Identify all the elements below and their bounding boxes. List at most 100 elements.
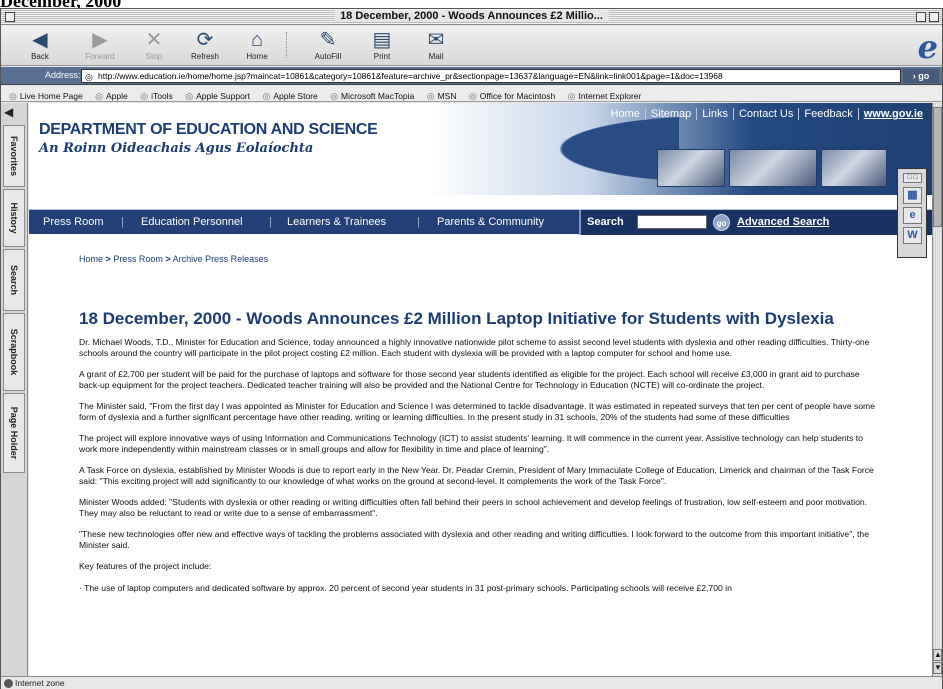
forward-button[interactable]: ▶ Forward: [75, 28, 125, 61]
scroll-thumb[interactable]: [933, 107, 942, 227]
nav-education-personnel[interactable]: Education Personnel: [141, 216, 243, 228]
breadcrumb-archive[interactable]: Archive Press Releases: [173, 254, 269, 264]
zoom-box[interactable]: [916, 12, 926, 22]
breadcrumb-press-room[interactable]: Press Room: [113, 254, 163, 264]
article-title: 18 December, 2000 - Woods Announces £2 M…: [79, 309, 834, 328]
explorer-icon[interactable]: e: [903, 207, 922, 224]
press-release: 18 December, 2000 - Woods Announces £2 M…: [79, 309, 879, 604]
link-icon: ◎: [567, 91, 576, 101]
refresh-button[interactable]: ⟳ Refresh: [180, 28, 230, 61]
word-icon[interactable]: W: [903, 227, 922, 244]
print-button[interactable]: ▤ Print: [357, 28, 407, 61]
refresh-icon: ⟳: [196, 29, 214, 51]
search-go-button[interactable]: go: [713, 214, 730, 231]
window-title: 18 December, 2000 - Woods Announces £2 M…: [334, 10, 609, 22]
toolbar: ◀ Back ▶ Forward ✕ Stop ⟳ Refresh ⌂ Home…: [1, 26, 942, 66]
favorite-apple[interactable]: ◎ Apple: [95, 88, 128, 104]
browser-window: 18 December, 2000 - Woods Announces £2 M…: [0, 8, 943, 689]
globe-icon: [4, 679, 13, 688]
nav-learners-trainees[interactable]: Learners & Trainees: [287, 216, 386, 228]
breadcrumb-separator: >: [105, 254, 111, 264]
stop-button[interactable]: ✕ Stop: [129, 28, 179, 61]
favorite-office-for-macintosh[interactable]: ◎ Office for Macintosh: [469, 88, 555, 104]
forward-arrow-icon: ▶: [92, 29, 108, 51]
top-link-home[interactable]: Home: [606, 108, 645, 120]
status-zone: Internet zone: [15, 678, 65, 688]
favorite-internet-explorer[interactable]: ◎ Internet Explorer: [568, 88, 642, 104]
top-link-feedback[interactable]: Feedback: [798, 108, 858, 120]
breadcrumb: Home > Press Room > Archive Press Releas…: [79, 254, 268, 264]
article-paragraph: Key features of the project include:: [79, 561, 212, 571]
mail-icon: ✉: [427, 29, 445, 51]
close-box[interactable]: [5, 12, 15, 22]
address-url: http://www.education.ie/home/home.jsp?ma…: [98, 71, 723, 81]
address-go-button[interactable]: › go: [903, 69, 939, 83]
mail-button[interactable]: ✉ Mail: [411, 28, 461, 61]
dept-name-irish: An Roinn Oideachais Agus Eolaíochta: [39, 141, 314, 156]
article-paragraph: Dr. Michael Woods, T.D., Minister for Ed…: [79, 337, 870, 358]
link-icon: ◎: [468, 91, 477, 101]
banner-photo-classroom: [729, 149, 817, 187]
palette-window-controls[interactable]: □ □: [903, 173, 922, 183]
title-bar[interactable]: 18 December, 2000 - Woods Announces £2 M…: [1, 9, 942, 25]
scroll-down-arrow-icon[interactable]: ▼: [933, 662, 942, 674]
page-heading: December, 2000: [0, 0, 122, 11]
favorite-apple-store[interactable]: ◎ Apple Store: [262, 88, 317, 104]
favorite-apple-support[interactable]: ◎ Apple Support: [185, 88, 250, 104]
top-links: Home Sitemap Links Contact Us Feedback www.go…: [606, 108, 928, 120]
collapse-box[interactable]: [929, 12, 939, 22]
breadcrumb-home[interactable]: Home: [79, 254, 103, 264]
nav-parents-community[interactable]: Parents & Community: [437, 216, 544, 228]
breadcrumb-separator: >: [165, 254, 171, 264]
stop-icon: ✕: [145, 29, 163, 51]
back-button[interactable]: ◀ Back: [15, 28, 65, 61]
toolbar-separator: [286, 32, 287, 58]
link-icon: ◎: [95, 91, 104, 101]
advanced-search-link[interactable]: Advanced Search: [737, 216, 829, 228]
tab-history[interactable]: History: [3, 189, 25, 247]
autofill-icon: ✎: [319, 29, 337, 51]
banner-photo-students: [657, 149, 725, 187]
favorite-microsoft-mactopia[interactable]: ◎ Microsoft MacTopia: [330, 88, 414, 104]
home-button[interactable]: ⌂ Home: [232, 28, 282, 61]
tab-search[interactable]: Search: [3, 249, 25, 311]
tab-page-holder[interactable]: Page Holder: [3, 393, 25, 473]
favorite-msn[interactable]: ◎ MSN: [427, 88, 457, 104]
site-banner: DEPARTMENT OF EDUCATION AND SCIENCE An R…: [29, 103, 932, 195]
finder-icon[interactable]: ▦: [903, 187, 922, 204]
article-paragraph: "These new technologies offer new and ef…: [79, 529, 869, 550]
link-icon: ◎: [140, 91, 149, 101]
link-icon: ◎: [9, 91, 17, 101]
explorer-bar-tabs: ◀ Favorites History Search Scrapbook Pag…: [1, 103, 28, 676]
tab-favorites[interactable]: Favorites: [3, 125, 25, 187]
address-label: Address:: [45, 70, 81, 80]
link-icon: ◎: [262, 91, 271, 101]
scroll-up-arrow-icon[interactable]: ▲: [933, 649, 942, 661]
article-paragraph: The Minister said, "From the first day I…: [79, 401, 876, 422]
top-link-sitemap[interactable]: Sitemap: [644, 108, 697, 120]
tab-scrapbook[interactable]: Scrapbook: [3, 313, 25, 391]
banner-photo-computer: [821, 149, 887, 187]
web-content: DEPARTMENT OF EDUCATION AND SCIENCE An R…: [29, 103, 932, 676]
article-paragraph: A grant of £2,700 per student will be pa…: [79, 369, 860, 390]
top-link-gov-ie[interactable]: www.gov.ie: [857, 108, 928, 120]
search-input[interactable]: [637, 215, 707, 229]
print-icon: ▤: [372, 29, 392, 51]
favorite-live-home-page[interactable]: ◎ Live Home Page: [9, 88, 83, 104]
search-label: Search: [587, 216, 624, 228]
favorite-itools[interactable]: ◎ iTools: [140, 88, 173, 104]
dept-name: DEPARTMENT OF EDUCATION AND SCIENCE: [39, 121, 378, 138]
address-field[interactable]: ◎ http://www.education.ie/home/home.jsp?…: [81, 69, 901, 83]
nav-divider: |: [269, 216, 272, 228]
autofill-button[interactable]: ✎ AutoFill: [303, 28, 353, 61]
vertical-scrollbar[interactable]: ▲ ▼: [932, 103, 942, 676]
top-link-links[interactable]: Links: [696, 108, 733, 120]
page-icon: ◎: [85, 72, 93, 82]
top-link-contact-us[interactable]: Contact Us: [732, 108, 799, 120]
home-icon: ⌂: [250, 29, 264, 51]
explorer-bar-toggle-icon[interactable]: ◀: [4, 105, 13, 119]
address-bar: Address: ◎ http://www.education.ie/home/…: [1, 67, 942, 85]
article-paragraph: · The use of laptop computers and dedica…: [79, 582, 732, 593]
back-arrow-icon: ◀: [32, 29, 48, 51]
nav-press-room[interactable]: Press Room: [43, 216, 104, 228]
